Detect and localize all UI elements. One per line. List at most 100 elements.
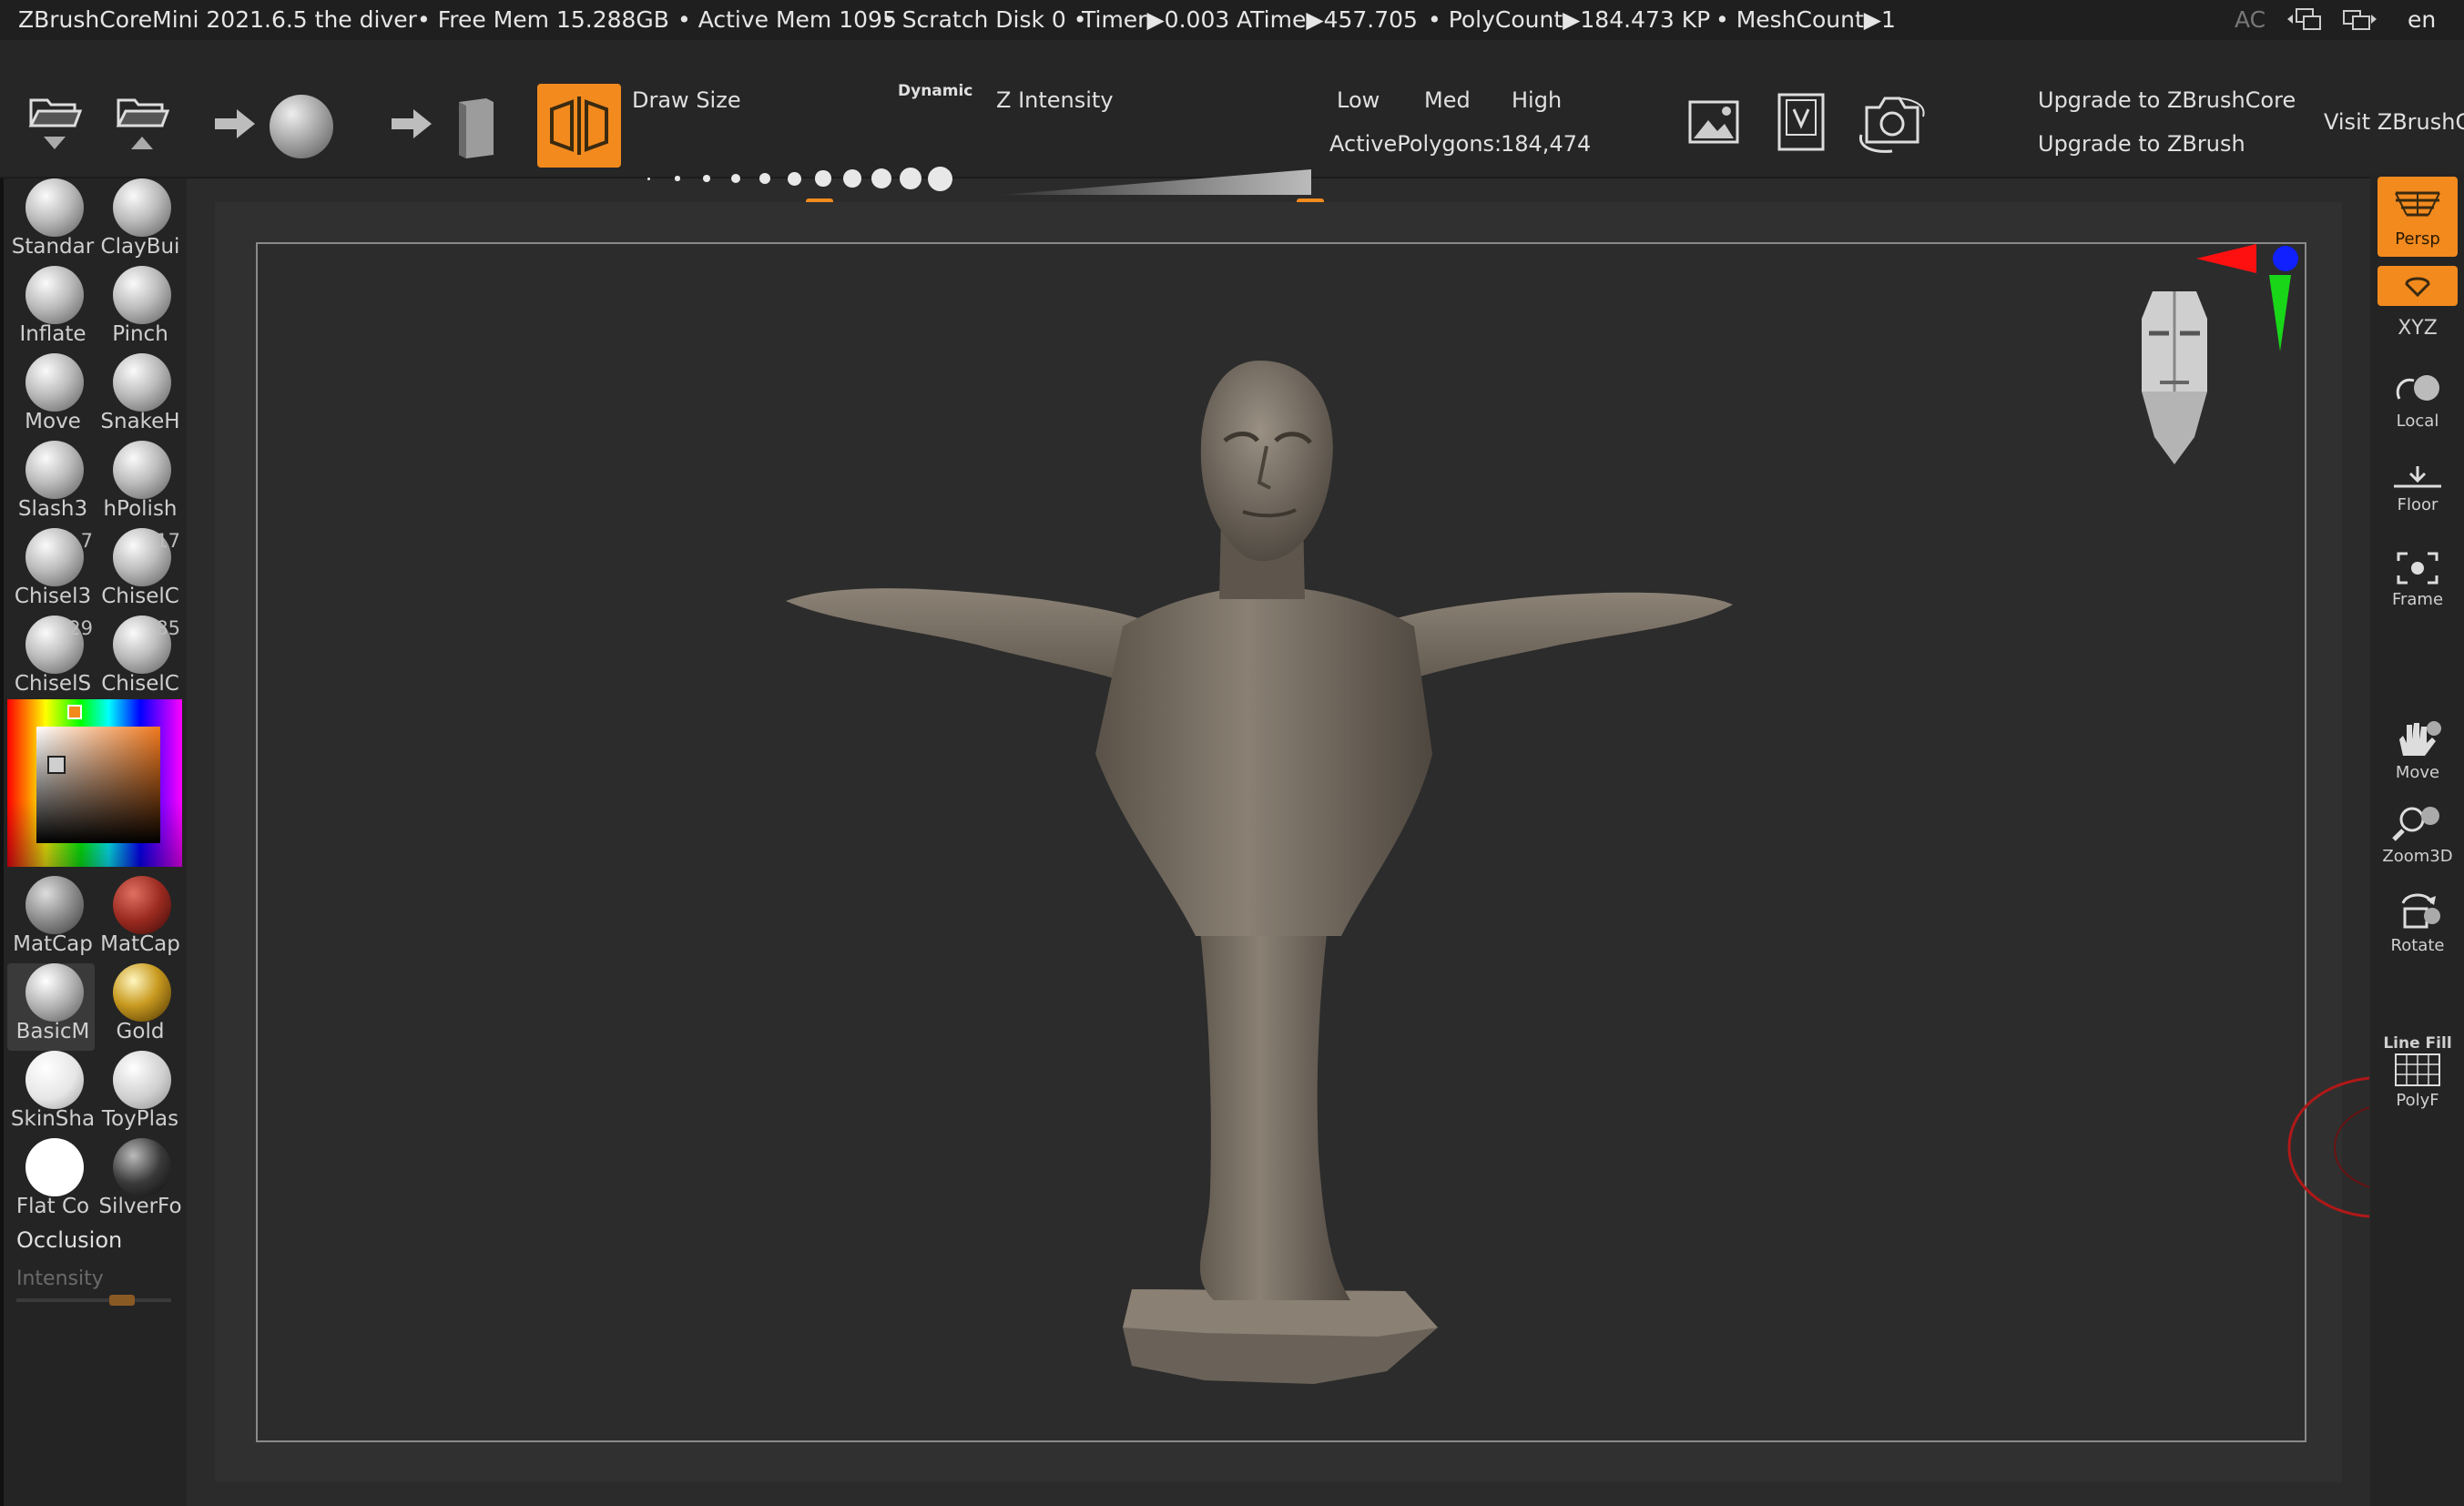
linefill-button[interactable]: Line Fill PolyF [2377, 1034, 2458, 1110]
brush-item[interactable]: Standar [7, 178, 95, 266]
symmetry-icon [550, 97, 608, 155]
rotate-button[interactable]: Rotate [2377, 889, 2458, 955]
move-label: Move [2395, 763, 2440, 782]
brush-item[interactable]: Pinch [95, 266, 182, 353]
polyframe-icon [2395, 1053, 2440, 1086]
material-item[interactable]: SkinSha [7, 1051, 95, 1138]
material-label: ToyPlas [101, 1107, 179, 1131]
right-shelf: Persp XYZ Local Floor Frame Move Zoom3D … [2370, 173, 2464, 1506]
sculpt-model[interactable] [258, 244, 2305, 1440]
low-button[interactable]: Low [1337, 87, 1380, 113]
xyz-button[interactable]: XYZ [2377, 317, 2458, 340]
brush-count: 17 [156, 530, 180, 552]
hand-icon [2399, 721, 2441, 756]
axis-gizmo[interactable] [2196, 239, 2306, 361]
med-button[interactable]: Med [1424, 87, 1471, 113]
local-button[interactable]: Local [2377, 371, 2458, 431]
floor-toggle-button[interactable] [2377, 266, 2458, 306]
brush-item[interactable]: 29 ChiselS [7, 616, 95, 703]
brush-item[interactable]: Slash3 [7, 441, 95, 528]
material-palette: MatCap MatCap BasicM Gold SkinSha ToyPlas Flat… [7, 876, 186, 1227]
brush-item[interactable]: 85 ChiselC [95, 616, 182, 703]
import-arrow-icon[interactable] [211, 106, 259, 146]
brush-item[interactable]: 7 Chisel3 [7, 528, 95, 616]
rotate-icon [2401, 893, 2440, 929]
material-label: MatCap [100, 932, 180, 956]
brush-label: Inflate [19, 322, 87, 346]
material-sphere-icon [113, 876, 171, 934]
zoom3d-button[interactable]: Zoom3D [2377, 803, 2458, 866]
status-bar: ZBrushCoreMini 2021.6.5 the diver • Free… [0, 0, 2464, 40]
material-label: SkinSha [10, 1107, 96, 1131]
color-saturation-square[interactable] [36, 727, 160, 843]
upgrade-zbrushcore-link[interactable]: Upgrade to ZBrushCore [2038, 87, 2296, 113]
viewport-canvas[interactable] [256, 242, 2306, 1442]
brush-item[interactable]: SnakeH [95, 353, 182, 441]
brush-item[interactable]: 17 ChiselC [95, 528, 182, 616]
material-item[interactable]: ToyPlas [95, 1051, 182, 1138]
export-arrow-icon[interactable] [388, 106, 435, 146]
brush-label: SnakeH [100, 410, 180, 433]
frame-button[interactable]: Frame [2377, 550, 2458, 609]
polycount-readout: • PolyCount▶184.473 KP [1428, 6, 1711, 33]
move-view-button[interactable]: Move [2377, 719, 2458, 782]
free-mem-readout: • Free Mem 15.288GB [417, 6, 669, 33]
floor-button[interactable]: Floor [2377, 464, 2458, 514]
material-label: BasicM [15, 1020, 90, 1043]
material-item[interactable]: MatCap [7, 876, 95, 963]
line-fill-label: Line Fill [2383, 1034, 2452, 1053]
material-sphere-icon [113, 1138, 171, 1196]
occlusion-label[interactable]: Occlusion [16, 1227, 122, 1253]
cube-tool-icon[interactable] [453, 95, 499, 164]
draw-size-slider[interactable] [637, 157, 965, 193]
brush-label: ClayBui [100, 235, 180, 259]
floor-label: Floor [2397, 495, 2439, 514]
brush-item[interactable]: ClayBui [95, 178, 182, 266]
brush-label: Slash3 [17, 497, 88, 521]
camera-icon[interactable] [1856, 89, 1929, 158]
sphere-tool-icon[interactable] [270, 95, 333, 158]
material-item[interactable]: SilverFo [95, 1138, 182, 1226]
y-axis-arrow[interactable] [2269, 275, 2291, 351]
brush-label: Chisel3 [14, 585, 92, 608]
x-axis-arrow[interactable] [2196, 244, 2256, 273]
brush-item[interactable]: Move [7, 353, 95, 441]
material-item[interactable]: MatCap [95, 876, 182, 963]
material-item[interactable]: Flat Co [7, 1138, 95, 1226]
material-sphere-icon [25, 1051, 84, 1109]
polyf-label: PolyF [2396, 1091, 2439, 1110]
intensity-slider[interactable] [16, 1295, 171, 1306]
language-selector[interactable]: en [2408, 0, 2436, 40]
frame-icon [2397, 552, 2439, 585]
material-item[interactable]: Gold [95, 963, 182, 1051]
xyz-label: XYZ [2398, 317, 2438, 340]
local-icon [2396, 375, 2439, 401]
material-item[interactable]: BasicM [7, 963, 95, 1051]
document-icon[interactable] [1774, 91, 1828, 157]
brush-label: ChiselS [14, 672, 92, 696]
visit-zbrush-link[interactable]: Visit ZBrushC [2324, 109, 2464, 135]
material-sphere-icon [25, 963, 84, 1022]
persp-button[interactable]: Persp [2377, 177, 2458, 257]
high-button[interactable]: High [1512, 87, 1562, 113]
brush-count: 29 [68, 617, 93, 639]
symmetry-button[interactable] [537, 84, 621, 168]
save-folder-icon[interactable] [115, 91, 170, 158]
rotate-label: Rotate [2390, 936, 2445, 955]
dynamic-label[interactable]: Dynamic [898, 82, 972, 100]
ac-label[interactable]: AC [2235, 0, 2265, 40]
brush-thumbnail-icon [25, 528, 84, 586]
image-icon[interactable] [1686, 95, 1741, 153]
upgrade-zbrush-link[interactable]: Upgrade to ZBrush [2038, 131, 2245, 157]
zoom-icon [2392, 807, 2439, 841]
brush-item[interactable]: Inflate [7, 266, 95, 353]
hue-marker[interactable] [67, 705, 82, 719]
open-folder-icon[interactable] [27, 91, 83, 158]
intensity-slider-thumb[interactable] [109, 1295, 135, 1306]
brush-item[interactable]: hPolish [95, 441, 182, 528]
top-toolbar: Draw Size Dynamic Z Intensity Low Med Hi… [0, 40, 2464, 206]
color-marker[interactable] [47, 756, 66, 774]
z-axis-dot[interactable] [2273, 246, 2298, 271]
color-picker[interactable] [7, 699, 182, 867]
brush-count: 85 [156, 617, 180, 639]
